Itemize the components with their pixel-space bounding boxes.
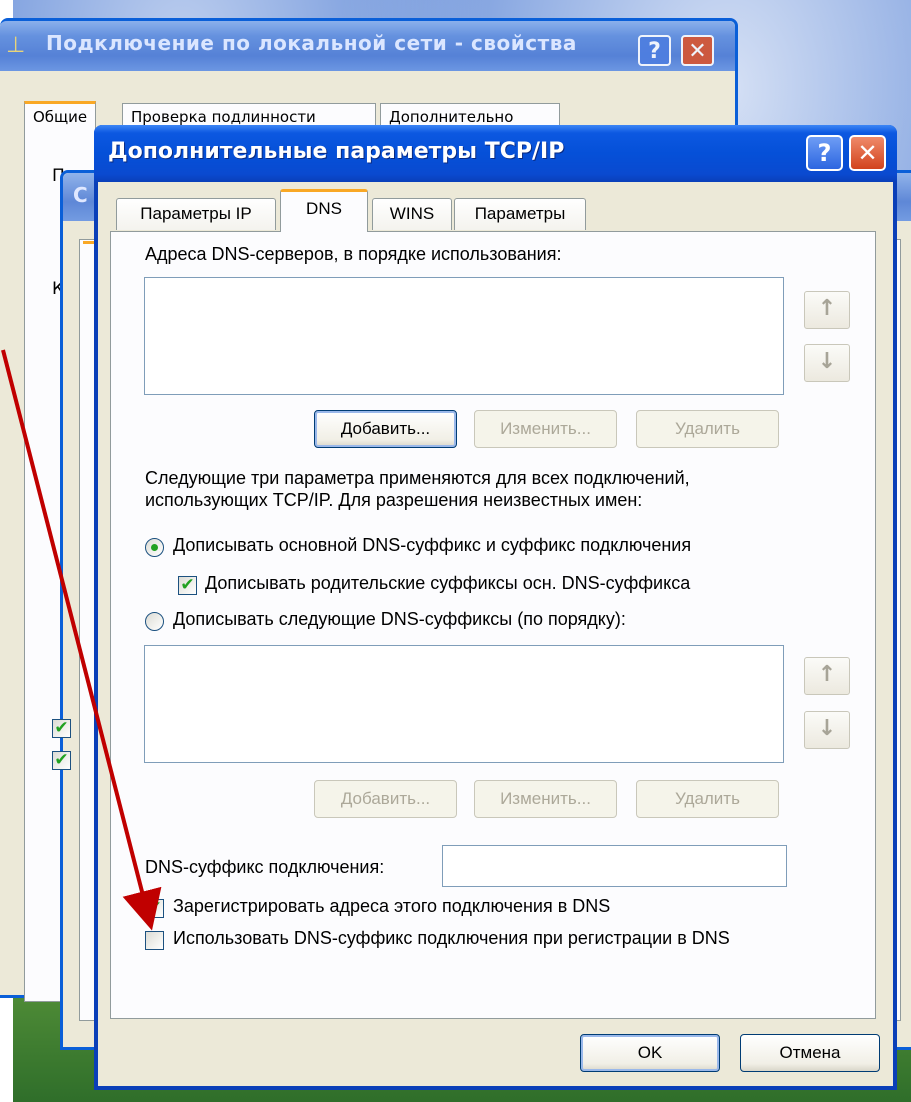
dialog-titlebar[interactable]: Дополнительные параметры TCP/IP ? ✕ bbox=[94, 125, 897, 182]
check-register-in-dns-label[interactable]: Зарегистрировать адреса этого подключени… bbox=[173, 896, 610, 917]
info-text-line-2: использующих TCP/IP. Для разрешения неиз… bbox=[145, 490, 643, 510]
tab-options[interactable]: Параметры bbox=[454, 198, 586, 230]
close-icon[interactable]: ✕ bbox=[849, 135, 886, 171]
check-append-parent-label[interactable]: Дописывать родительские суффиксы осн. DN… bbox=[205, 573, 690, 594]
cancel-button[interactable]: Отмена bbox=[740, 1034, 880, 1072]
add-suffix-button[interactable]: Добавить... bbox=[314, 780, 457, 818]
dns-servers-list[interactable] bbox=[144, 277, 784, 395]
tab-dns[interactable]: DNS bbox=[280, 189, 368, 232]
check-append-parent[interactable]: ✔ bbox=[178, 576, 197, 595]
check-use-suffix-in-registration-label[interactable]: Использовать DNS-суффикс подключения при… bbox=[173, 928, 730, 949]
dns-tab-panel: Адреса DNS-серверов, в порядке использов… bbox=[110, 231, 876, 1019]
remove-suffix-button[interactable]: Удалить bbox=[636, 780, 779, 818]
bg-checkbox-2: ✔ bbox=[52, 751, 71, 770]
add-dns-server-button[interactable]: Добавить... bbox=[314, 410, 457, 448]
dialog-client-area: Параметры IP DNS WINS Параметры Адреса D… bbox=[98, 182, 893, 1086]
dialog-title: Дополнительные параметры TCP/IP bbox=[108, 139, 565, 164]
advanced-tcpip-dialog: Дополнительные параметры TCP/IP ? ✕ Пара… bbox=[94, 125, 897, 1090]
help-icon[interactable]: ? bbox=[638, 35, 671, 66]
remove-dns-server-button[interactable]: Удалить bbox=[636, 410, 779, 448]
close-icon[interactable]: ✕ bbox=[681, 35, 714, 66]
check-register-in-dns[interactable]: ✔ bbox=[145, 899, 164, 918]
dns-servers-label: Адреса DNS-серверов, в порядке использов… bbox=[145, 244, 562, 264]
connection-suffix-label: DNS-суффикс подключения: bbox=[145, 857, 385, 877]
radio-append-specific[interactable] bbox=[145, 612, 164, 631]
network-connection-icon: ⊥ bbox=[6, 33, 26, 58]
edit-dns-server-button[interactable]: Изменить... bbox=[474, 410, 617, 448]
arrow-down-icon[interactable]: ↓ bbox=[804, 711, 850, 749]
arrow-up-icon[interactable]: ↑ bbox=[804, 657, 850, 695]
ok-button[interactable]: OK bbox=[580, 1034, 720, 1072]
lan-properties-title: Подключение по локальной сети - свойства bbox=[46, 31, 577, 55]
help-icon[interactable]: ? bbox=[806, 135, 843, 171]
check-use-suffix-in-registration[interactable] bbox=[145, 931, 164, 950]
edit-suffix-button[interactable]: Изменить... bbox=[474, 780, 617, 818]
radio-append-specific-label[interactable]: Дописывать следующие DNS-суффиксы (по по… bbox=[173, 609, 626, 630]
radio-append-primary[interactable] bbox=[145, 538, 164, 557]
dns-suffix-list[interactable] bbox=[144, 645, 784, 763]
connection-suffix-input[interactable] bbox=[442, 845, 787, 887]
tab-ip-settings[interactable]: Параметры IP bbox=[116, 198, 276, 230]
tab-general[interactable]: Общие bbox=[24, 101, 97, 133]
arrow-up-icon[interactable]: ↑ bbox=[804, 291, 850, 329]
tab-wins[interactable]: WINS bbox=[372, 198, 452, 230]
info-text-line-1: Следующие три параметра применяются для … bbox=[145, 468, 690, 488]
bg-checkbox-1: ✔ bbox=[52, 719, 71, 738]
arrow-down-icon[interactable]: ↓ bbox=[804, 344, 850, 382]
internet-protocol-title: С bbox=[73, 183, 88, 207]
radio-selected-dot bbox=[151, 544, 158, 551]
radio-append-primary-label[interactable]: Дописывать основной DNS-суффикс и суффик… bbox=[173, 535, 691, 556]
